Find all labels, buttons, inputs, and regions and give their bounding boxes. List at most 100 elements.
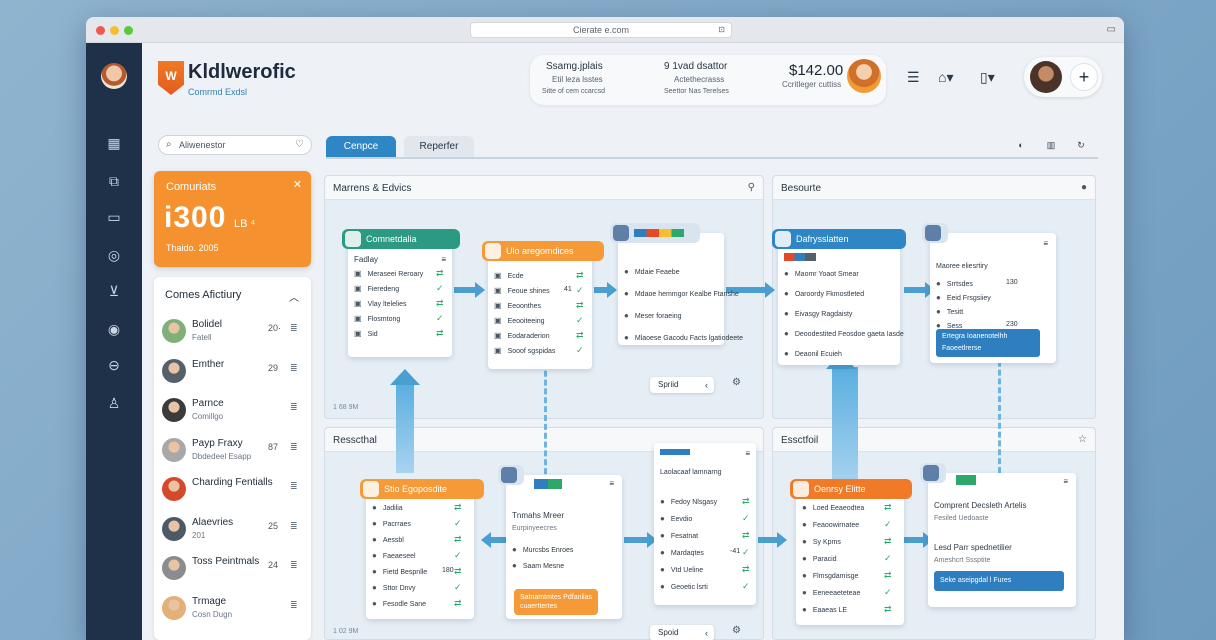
panel-title: Essctfoil xyxy=(781,435,819,446)
node-card[interactable]: Oenrsy Elitte ● Loed Eeaeodtea ⇄ ● Feaoowirn… xyxy=(790,479,912,625)
avatar: ● xyxy=(802,605,807,614)
menu-icon[interactable]: ≡ xyxy=(609,479,614,488)
menu-icon[interactable]: ≣ xyxy=(290,363,298,374)
chevron-left-icon[interactable]: ‹ xyxy=(705,377,708,393)
bell-icon[interactable]: ◐ xyxy=(1012,136,1030,154)
spread-chip[interactable]: Spriid ‹ xyxy=(650,377,714,393)
menu-icon[interactable]: ≣ xyxy=(290,402,298,413)
node-card[interactable]: ≡ Maoree eliesrtiry ● Srrtsdes 130 ● Eeid Fr… xyxy=(922,223,1056,363)
node-card[interactable]: Ulo aregomdices ▣ Ecde ⇄ ▣ Feoue shines 41 ✓ ▣ E… xyxy=(482,241,604,369)
node-card[interactable]: ● Mdaie Feaebe ● Mdaoe hemmgor Kealbe Ftans… xyxy=(610,223,743,345)
settings-icon[interactable]: ⚙ xyxy=(732,377,741,388)
avatar: ● xyxy=(802,588,807,597)
row-label: Saam Mesne xyxy=(522,563,565,570)
document-icon[interactable]: ☰ xyxy=(907,69,920,86)
menu-icon[interactable]: ≣ xyxy=(290,442,298,453)
avatar: ● xyxy=(372,583,377,592)
app-avatar[interactable] xyxy=(101,63,127,89)
node-action-button[interactable]: Seke aseipgdal l Fures xyxy=(934,571,1064,591)
node-card[interactable]: ≡ Comprent Decsleth Artelis Fesiled Uedo… xyxy=(920,463,1076,607)
node-action-button[interactable]: Satnamtmtes Pdfanlias cuaerttertes xyxy=(514,589,598,615)
refresh-icon[interactable]: ↻ xyxy=(1072,136,1090,154)
cloud-icon[interactable]: ⊖ xyxy=(102,353,126,377)
menu-icon[interactable]: ≣ xyxy=(290,521,298,532)
settings-icon[interactable]: ⚙ xyxy=(732,625,741,636)
menu-icon[interactable]: ≡ xyxy=(1043,239,1048,248)
node-row: ● Maomr Yoaot Smear xyxy=(784,269,859,281)
add-button[interactable]: + xyxy=(1070,63,1098,91)
row-icon: ▣ xyxy=(354,299,362,308)
chevron-left-icon[interactable]: ‹ xyxy=(705,625,708,640)
node-row: ● Mardaqtes -41 ✓ xyxy=(660,547,750,560)
layers-icon[interactable]: ⧉ xyxy=(102,169,126,193)
heart-icon[interactable]: ♡ xyxy=(295,136,304,154)
star-icon[interactable]: ☆ xyxy=(1078,434,1087,445)
tag-icon[interactable]: ⊻ xyxy=(102,279,126,303)
item-name: Charding Fentialls xyxy=(192,477,273,488)
avatar-icon[interactable]: ● xyxy=(1081,182,1087,193)
window-menu-icon[interactable]: ▭ xyxy=(1107,24,1116,35)
flow-arrow xyxy=(624,532,657,548)
menu-icon[interactable]: ≣ xyxy=(290,600,298,611)
check-icon: ⇄ xyxy=(742,530,750,540)
list-item[interactable]: Parnce Comillgo ≣ xyxy=(162,394,304,428)
list-item[interactable]: Payp Fraxy Dbdedeel Esapp 87 ≣ xyxy=(162,434,304,468)
avatar: ● xyxy=(936,293,941,302)
minimize-dot[interactable] xyxy=(110,26,119,35)
user-icon[interactable]: ♙ xyxy=(102,391,126,415)
chart-icon[interactable]: ▥ xyxy=(1042,136,1060,154)
tab-compose[interactable]: Cenpce xyxy=(326,136,396,158)
pin-icon[interactable]: ⚲ xyxy=(748,182,755,193)
node-card[interactable]: Dafrysslatten ● Maomr Yoaot Smear ● Oaroord… xyxy=(772,229,906,365)
list-item[interactable]: Trmage Cosn Dugn ≣ xyxy=(162,592,304,626)
node-row: ● Feaoowirnatee ✓ xyxy=(802,519,892,532)
check-icon: ✓ xyxy=(742,581,750,591)
menu-icon[interactable]: ≡ xyxy=(1063,477,1068,486)
node-card[interactable]: ≡ Laolacaaf lamnarng ● Fedoy Nlsgasy ⇄ ● Eev… xyxy=(654,443,756,605)
menu-icon[interactable]: ≡ xyxy=(745,449,750,458)
menu-icon[interactable]: ≣ xyxy=(290,481,298,492)
close-dot[interactable] xyxy=(96,26,105,35)
node-row: ● Deaonil Ecuieh xyxy=(784,349,842,361)
list-item[interactable]: Alaevries 201 25 ≣ xyxy=(162,513,304,547)
home-icon[interactable]: ⌂▾ xyxy=(938,69,953,86)
target-icon[interactable]: ◉ xyxy=(102,317,126,341)
address-bar[interactable]: Cierate e.com ⊡ xyxy=(470,22,732,38)
list-item[interactable]: Toss Peintmals 24 ≣ xyxy=(162,552,304,586)
avatar: ● xyxy=(372,567,377,576)
node-header: Ulo aregomdices xyxy=(482,241,604,261)
check-icon: ✓ xyxy=(742,513,750,523)
maximize-dot[interactable] xyxy=(124,26,133,35)
list-item[interactable]: Charding Fentialls ≣ xyxy=(162,473,304,507)
avatar xyxy=(162,358,186,383)
chevron-up-icon[interactable]: ︿ xyxy=(289,289,299,304)
badge-icon[interactable]: ◎ xyxy=(102,243,126,267)
list-item[interactable]: Emther 29 ≣ xyxy=(162,355,304,389)
grid-icon[interactable]: ▦ xyxy=(102,131,126,155)
user-avatar[interactable] xyxy=(847,59,881,93)
card-icon[interactable]: ▭ xyxy=(102,205,126,229)
orange-summary-card[interactable]: Comuriats ✕ i300 LB ⁴ Thaido. 2005 xyxy=(154,171,311,267)
node-sub: Fadlay xyxy=(354,255,379,264)
node-title: Maoree eliesrtiry xyxy=(936,263,988,270)
spread-chip[interactable]: Spoid ‹ xyxy=(650,625,714,640)
node-card[interactable]: ≡ Tnmahs Mreer Eurpinyeecres ● Murcsbs En… xyxy=(498,465,622,619)
menu-icon[interactable]: ≡ xyxy=(441,255,446,264)
list-item[interactable]: Bolidel Fatell 20· ≣ xyxy=(162,315,304,349)
close-icon[interactable]: ✕ xyxy=(293,178,302,191)
check-icon: ⇄ xyxy=(576,330,584,340)
profile-avatar[interactable] xyxy=(1030,61,1062,93)
menu-icon[interactable]: ≣ xyxy=(290,560,298,571)
main-area: W Kldlwerofic Comrmd Exdsl Ssamg.jplais … xyxy=(142,43,1124,640)
row-label: Aessbl xyxy=(382,537,404,544)
profile-pill[interactable]: + xyxy=(1024,57,1102,97)
node-card[interactable]: Comnetdalia Fadlay ≡ ▣ Meraseei Reroary ⇄ ▣… xyxy=(342,229,460,357)
menu-icon[interactable]: ≣ xyxy=(290,323,298,334)
row-label: Feaoowirnatee xyxy=(812,522,860,529)
search-input[interactable]: ⌕ Aliwenestor ♡ xyxy=(158,135,312,155)
node-card[interactable]: Stio Egoposdite ● Jadilia ⇄ ● Pacrraes ✓ ● Aess… xyxy=(360,479,484,619)
avatar: ● xyxy=(372,551,377,560)
node-action-button[interactable]: Ertegra Ioanenotelhh Faoeetlrerse xyxy=(936,329,1040,357)
phone-icon[interactable]: ▯▾ xyxy=(980,69,995,86)
tab-reporter[interactable]: Reperfer xyxy=(404,136,474,158)
